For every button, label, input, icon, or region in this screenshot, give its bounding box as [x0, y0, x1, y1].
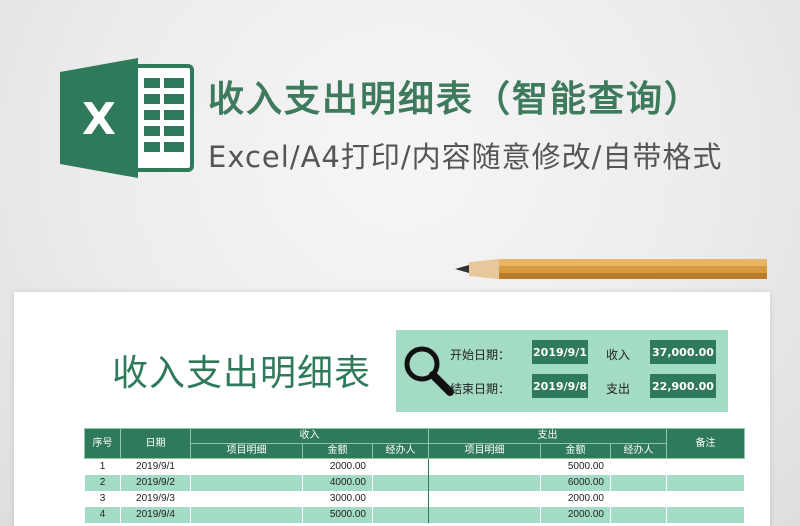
cell-remark: [666, 490, 745, 507]
income-label: 收入: [606, 348, 631, 362]
cell-income-amount: 5000.00: [302, 506, 373, 523]
table-row: 1 2019/9/1 2000.00 5000.00: [84, 458, 745, 475]
cell-income-handler: [372, 474, 429, 491]
cell-expense-item: [428, 490, 541, 507]
magnifier-icon: [404, 346, 454, 396]
cell-expense-amount: 2000.00: [540, 506, 611, 523]
cell-income-handler: [372, 458, 429, 475]
start-date-input[interactable]: 2019/9/1: [532, 340, 588, 364]
cell-expense-item: [428, 474, 541, 491]
cell-income-handler: [372, 506, 429, 523]
banner-title: 收入支出明细表（智能查询）: [208, 79, 703, 120]
excel-logo-letter: X: [82, 94, 116, 145]
header-income-item: 项目明细: [190, 443, 303, 459]
table-row: 4 2019/9/4 5000.00 2000.00: [84, 506, 745, 523]
end-date-input[interactable]: 2019/9/8: [532, 374, 588, 398]
sheet-title: 收入支出明细表: [112, 353, 372, 394]
header-expense: 支出: [428, 428, 667, 444]
cell-expense-item: [428, 458, 541, 475]
cell-remark: [666, 506, 745, 523]
cell-no: 2: [84, 474, 121, 491]
cell-expense-handler: [610, 506, 667, 523]
table-row: 2 2019/9/2 4000.00 6000.00: [84, 474, 745, 491]
income-expense-table: 序号 日期 收入 支出 备注 项目明细 金额 经办人 项目明细 金额 经办人 1…: [84, 428, 745, 523]
end-date-label: 结束日期：: [450, 382, 511, 396]
cell-expense-amount: 6000.00: [540, 474, 611, 491]
cell-income-amount: 4000.00: [302, 474, 373, 491]
excel-logo-icon: X: [60, 58, 194, 178]
table-row: 3 2019/9/3 3000.00 2000.00: [84, 490, 745, 507]
cell-income-handler: [372, 490, 429, 507]
cell-expense-amount: 2000.00: [540, 490, 611, 507]
cell-income-item: [190, 506, 303, 523]
income-total: 37,000.00: [650, 340, 716, 364]
header-remark: 备注: [666, 428, 745, 459]
header-expense-handler: 经办人: [610, 443, 667, 459]
cell-no: 3: [84, 490, 121, 507]
cell-expense-item: [428, 506, 541, 523]
spreadsheet-preview: 收入支出明细表 开始日期： 2019/9/1 结束日期： 2019/9/8 收入…: [14, 292, 770, 526]
cell-income-item: [190, 474, 303, 491]
pencil-icon: [455, 259, 767, 279]
header-date: 日期: [120, 428, 191, 459]
header-expense-amount: 金额: [540, 443, 611, 459]
expense-total: 22,900.00: [650, 374, 716, 398]
cell-income-item: [190, 490, 303, 507]
header-no: 序号: [84, 428, 121, 459]
cell-income-item: [190, 458, 303, 475]
header-income-handler: 经办人: [372, 443, 429, 459]
cell-income-amount: 2000.00: [302, 458, 373, 475]
cell-expense-amount: 5000.00: [540, 458, 611, 475]
cell-expense-handler: [610, 490, 667, 507]
start-date-label: 开始日期：: [450, 348, 511, 362]
header-income: 收入: [190, 428, 429, 444]
cell-remark: [666, 458, 745, 475]
cell-date: 2019/9/3: [120, 490, 191, 507]
cell-date: 2019/9/1: [120, 458, 191, 475]
cell-date: 2019/9/4: [120, 506, 191, 523]
cell-remark: [666, 474, 745, 491]
cell-no: 1: [84, 458, 121, 475]
query-panel: 开始日期： 2019/9/1 结束日期： 2019/9/8 收入 37,000.…: [396, 330, 728, 412]
header-income-amount: 金额: [302, 443, 373, 459]
cell-expense-handler: [610, 474, 667, 491]
banner-subtitle: Excel/A4打印/内容随意修改/自带格式: [208, 140, 723, 174]
cell-expense-handler: [610, 458, 667, 475]
header-expense-item: 项目明细: [428, 443, 541, 459]
cell-date: 2019/9/2: [120, 474, 191, 491]
cell-income-amount: 3000.00: [302, 490, 373, 507]
expense-label: 支出: [606, 382, 631, 396]
cell-no: 4: [84, 506, 121, 523]
